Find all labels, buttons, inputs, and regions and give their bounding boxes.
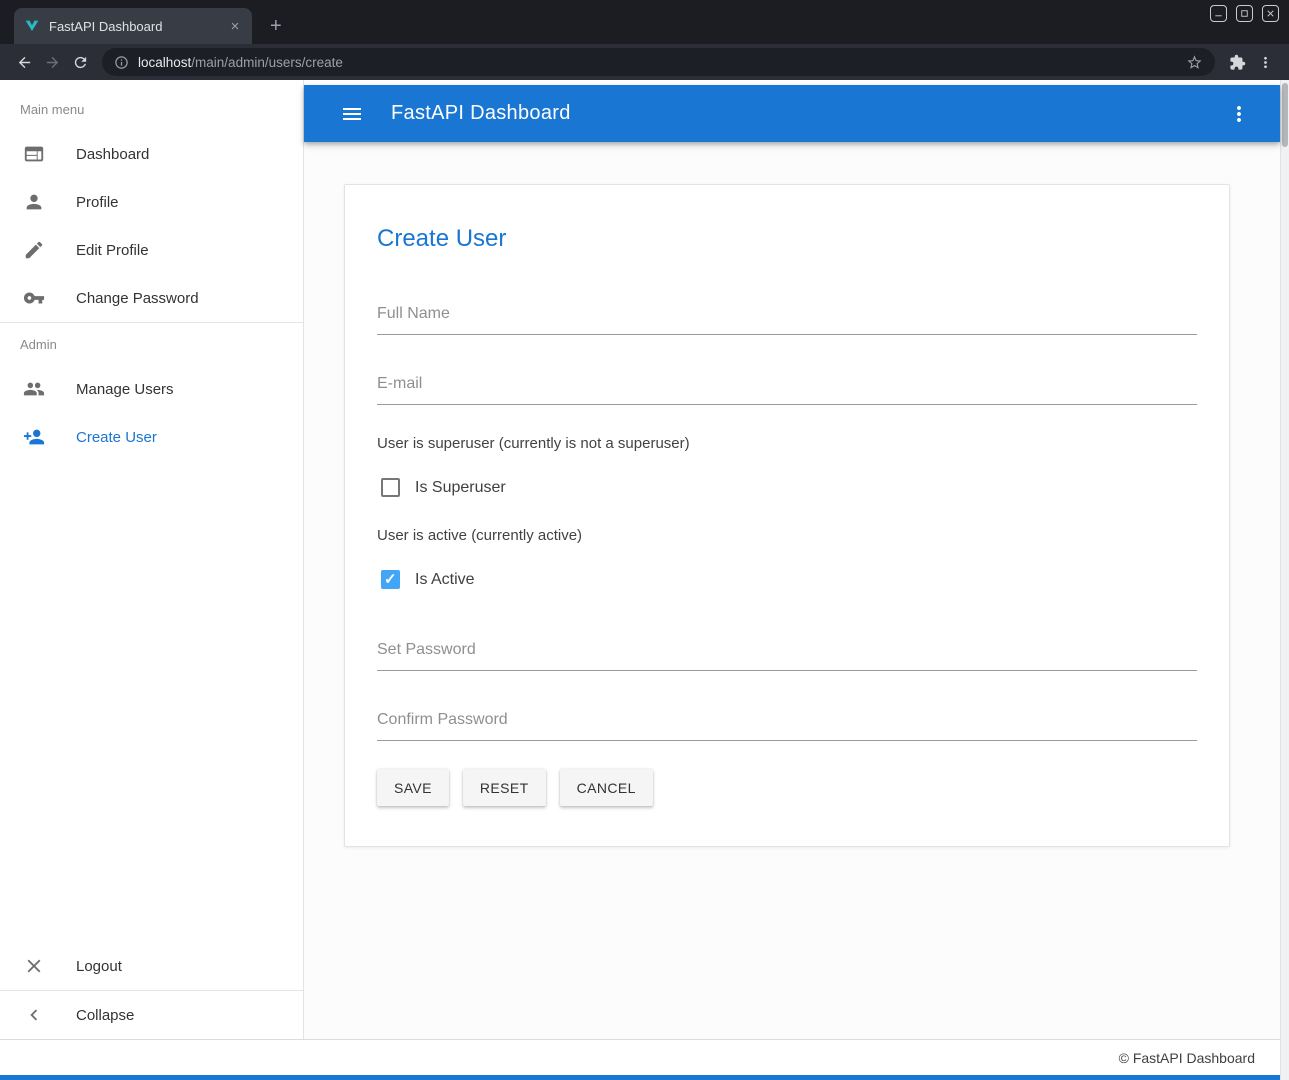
sidebar-item-edit-profile[interactable]: Edit Profile	[0, 226, 303, 274]
reload-button[interactable]	[66, 48, 94, 76]
checkbox-label: Is Active	[415, 571, 475, 589]
sidebar-item-logout[interactable]: Logout	[0, 942, 303, 990]
person-add-icon	[23, 426, 45, 448]
new-tab-button[interactable]: +	[270, 16, 282, 36]
checkbox-icon	[381, 570, 400, 589]
browser-window: FastAPI Dashboard × +	[0, 0, 1289, 1080]
checkbox-icon	[381, 478, 400, 497]
sidebar-item-dashboard[interactable]: Dashboard	[0, 130, 303, 178]
sidebar-item-create-user[interactable]: Create User	[0, 413, 303, 461]
scrollbar[interactable]	[1280, 80, 1289, 1080]
dashboard-icon	[23, 143, 45, 165]
url-bar[interactable]: localhost/main/admin/users/create	[102, 48, 1215, 76]
browser-tab[interactable]: FastAPI Dashboard ×	[14, 8, 252, 44]
sidebar-section-header: Main menu	[0, 88, 303, 130]
browser-menu-kebab-icon[interactable]	[1251, 48, 1279, 76]
full-name-input[interactable]	[377, 299, 1197, 335]
page-body: Main menu Dashboard Profile	[0, 80, 1280, 1039]
maximize-button[interactable]	[1236, 5, 1253, 22]
save-button[interactable]: SAVE	[377, 769, 449, 806]
email-field	[377, 369, 1197, 405]
forward-button[interactable]	[38, 48, 66, 76]
tab-close-icon[interactable]: ×	[226, 17, 244, 35]
reset-button[interactable]: RESET	[463, 769, 546, 806]
set-password-field	[377, 635, 1197, 671]
email-input[interactable]	[377, 369, 1197, 405]
sidebar-item-label: Profile	[76, 194, 119, 211]
tab-title: FastAPI Dashboard	[49, 19, 226, 34]
sidebar-item-label: Manage Users	[76, 381, 174, 398]
people-icon	[23, 378, 45, 400]
sidebar: Main menu Dashboard Profile	[0, 80, 304, 1039]
copyright-text: © FastAPI Dashboard	[1119, 1050, 1255, 1066]
app-bar: FastAPI Dashboard	[304, 85, 1280, 142]
scrollbar-thumb[interactable]	[1282, 83, 1288, 147]
sidebar-item-manage-users[interactable]: Manage Users	[0, 365, 303, 413]
confirm-password-field	[377, 705, 1197, 741]
chevron-left-icon	[23, 1004, 45, 1026]
url-path: /main/admin/users/create	[191, 55, 343, 70]
hamburger-menu-icon[interactable]	[340, 102, 364, 126]
close-window-button[interactable]	[1262, 5, 1279, 22]
active-hint: User is active (currently active)	[377, 527, 1197, 544]
sidebar-item-label: Create User	[76, 429, 157, 446]
page: Main menu Dashboard Profile	[0, 80, 1289, 1080]
sidebar-item-label: Edit Profile	[76, 242, 149, 259]
is-superuser-checkbox[interactable]: Is Superuser	[381, 478, 1197, 497]
footer-accent-strip	[0, 1075, 1289, 1080]
confirm-password-input[interactable]	[377, 705, 1197, 741]
cancel-button[interactable]: CANCEL	[560, 769, 653, 806]
key-icon	[23, 287, 45, 309]
minimize-button[interactable]	[1210, 5, 1227, 22]
sidebar-item-change-password[interactable]: Change Password	[0, 274, 303, 322]
superuser-hint: User is superuser (currently is not a su…	[377, 435, 1197, 452]
sidebar-item-label: Collapse	[76, 1007, 134, 1024]
main-area: FastAPI Dashboard Create User	[304, 80, 1280, 1039]
url-text: localhost/main/admin/users/create	[138, 55, 343, 70]
vue-favicon	[24, 18, 40, 34]
create-user-card: Create User User is superuser (currently…	[344, 184, 1230, 847]
sidebar-section-header: Admin	[0, 323, 303, 365]
content-area: Create User User is superuser (currently…	[304, 142, 1280, 1039]
bookmark-star-icon[interactable]	[1186, 54, 1203, 71]
appbar-kebab-menu-icon[interactable]	[1227, 102, 1251, 126]
appbar-title: FastAPI Dashboard	[391, 102, 571, 125]
full-name-field	[377, 299, 1197, 335]
back-button[interactable]	[10, 48, 38, 76]
sidebar-item-label: Logout	[76, 958, 122, 975]
person-icon	[23, 191, 45, 213]
is-active-checkbox[interactable]: Is Active	[381, 570, 1197, 589]
sidebar-item-label: Change Password	[76, 290, 199, 307]
extensions-icon[interactable]	[1223, 48, 1251, 76]
pencil-icon	[23, 239, 45, 261]
sidebar-item-label: Dashboard	[76, 146, 149, 163]
app-footer: © FastAPI Dashboard	[0, 1039, 1289, 1075]
url-host: localhost	[138, 55, 191, 70]
page-title: Create User	[377, 225, 1197, 253]
set-password-input[interactable]	[377, 635, 1197, 671]
sidebar-item-profile[interactable]: Profile	[0, 178, 303, 226]
sidebar-spacer	[0, 461, 303, 942]
browser-navbar: localhost/main/admin/users/create	[0, 44, 1289, 80]
form-buttons: SAVE RESET CANCEL	[377, 769, 1197, 806]
checkbox-label: Is Superuser	[415, 479, 506, 497]
browser-titlebar: FastAPI Dashboard × +	[0, 0, 1289, 44]
window-controls	[1210, 5, 1279, 22]
sidebar-item-collapse[interactable]: Collapse	[0, 991, 303, 1039]
info-icon[interactable]	[114, 55, 129, 70]
close-icon	[23, 955, 45, 977]
